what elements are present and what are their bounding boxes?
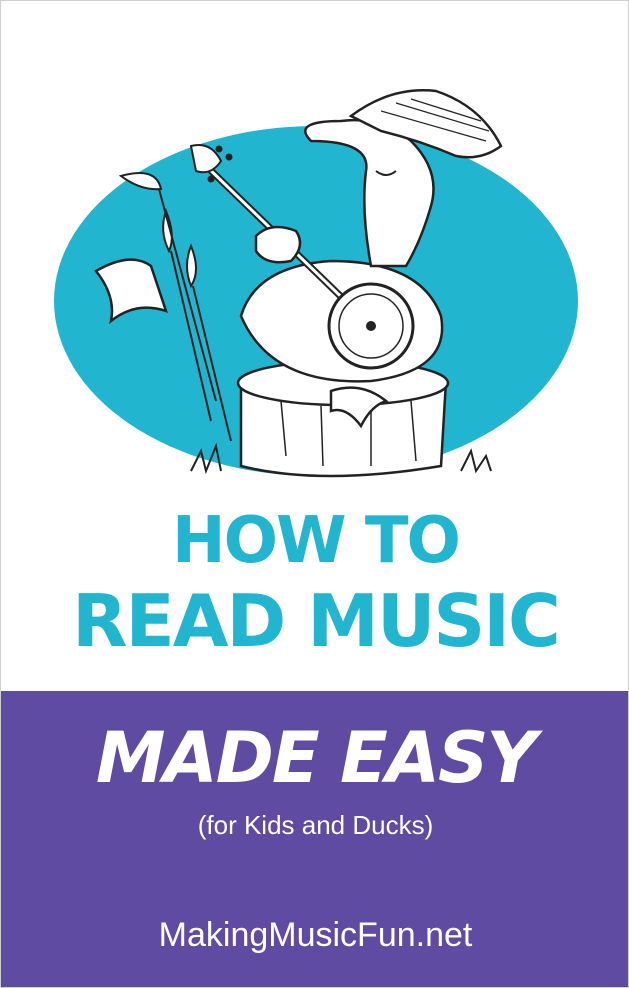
book-cover: How To Read Music Made Easy (for Kids an… xyxy=(0,0,629,988)
banjo-body xyxy=(327,282,415,370)
duck-wing xyxy=(254,225,302,264)
title-read-music: Read Music xyxy=(72,579,561,663)
title-how-to: How To xyxy=(172,504,461,578)
subtitle-tagline: (for Kids and Ducks) xyxy=(197,810,434,840)
website-url: MakingMusicFun.net xyxy=(158,916,473,954)
duck-banjo-illustration xyxy=(54,89,578,478)
subtitle-made-easy: Made Easy xyxy=(95,717,537,799)
